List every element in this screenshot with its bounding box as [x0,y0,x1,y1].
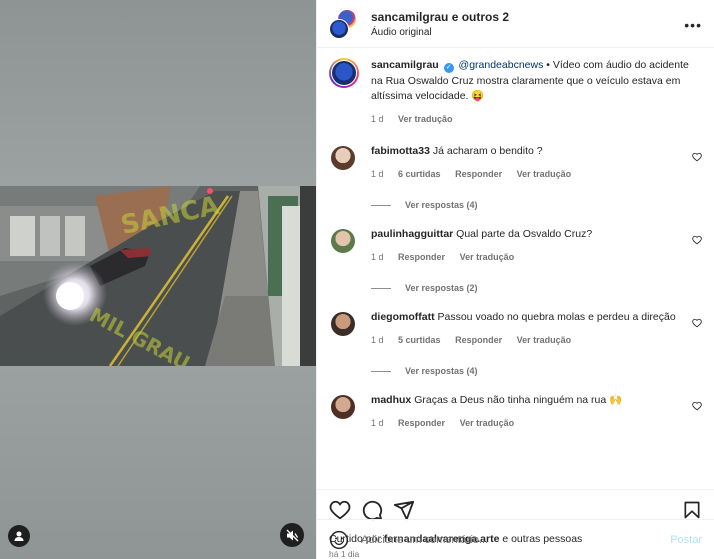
caption-age: 1 d [371,113,384,124]
view-replies-label[interactable]: Ver respostas (4) [405,200,478,210]
emoji-icon[interactable] [329,530,349,550]
avatar[interactable] [329,58,359,88]
comment-age: 1 d [371,334,384,345]
comment-age: 1 d [371,417,384,428]
comment-text: Passou voado no quebra molas e perdeu a … [437,311,676,323]
divider [371,204,391,206]
add-comment-bar: Postar [317,519,714,559]
avatar[interactable] [331,312,355,336]
comment-item: madhux Graças a Deus não tinha ninguém n… [329,393,702,431]
comment-likes[interactable]: 5 curtidas [398,335,441,345]
street-scene: SANCA MIL GRAU [0,186,316,366]
audio-link[interactable]: Áudio original [371,27,509,38]
view-replies-button[interactable]: Ver respostas (2) [371,283,702,293]
avatar[interactable] [331,146,355,170]
comment-text: Já acharam o bendito ? [432,145,543,157]
translate-link[interactable]: Ver tradução [398,114,453,124]
avatar [329,18,349,39]
bookmark-icon[interactable] [682,500,702,520]
video-blur-bottom [0,366,316,559]
comment-body: diegomoffatt Passou voado no quebra mola… [371,310,702,348]
translate-link[interactable]: Ver tradução [460,418,515,428]
post-authors[interactable]: sancamilgrau e outros 2 [371,10,509,24]
comment-icon[interactable] [361,499,383,521]
reply-button[interactable]: Responder [455,169,502,179]
reply-button[interactable]: Responder [398,418,445,428]
view-replies-label[interactable]: Ver respostas (4) [405,366,478,376]
tagged-users-button[interactable] [8,525,30,547]
comment-text: Qual parte da Osvaldo Cruz? [456,228,593,240]
header-text: sancamilgrau e outros 2 Áudio original [371,10,509,38]
comment-username[interactable]: madhux [371,394,411,406]
avatar[interactable] [331,395,355,419]
heart-icon[interactable] [692,152,702,162]
video-frame[interactable]: SANCA MIL GRAU [0,186,316,366]
person-icon [14,531,24,541]
translate-link[interactable]: Ver tradução [517,169,572,179]
comment-likes[interactable]: 6 curtidas [398,169,441,179]
collab-avatars[interactable] [329,8,359,39]
comment-item: fabimotta33 Já acharam o bendito ? 1 d 6… [329,144,702,182]
comment-username[interactable]: fabimotta33 [371,145,430,157]
comment-item: diegomoffatt Passou voado no quebra mola… [329,310,702,348]
video-blur-top [0,0,316,186]
verified-icon: ✓ [443,63,454,73]
speaker-muted-icon [286,529,298,541]
comment-input[interactable] [361,533,671,546]
more-options-button[interactable]: ••• [684,17,702,33]
caption-body: sancamilgrau ✓ @grandeabcnews • Vídeo co… [371,58,702,127]
reply-button[interactable]: Responder [398,252,445,262]
caption-mention[interactable]: @grandeabcnews [459,59,544,71]
comment-meta: 1 d 5 curtidas Responder Ver tradução [371,333,702,349]
comment-meta: 1 d 6 curtidas Responder Ver tradução [371,167,702,183]
translate-link[interactable]: Ver tradução [460,252,515,262]
comment-text: Graças a Deus não tinha ninguém na rua 🙌 [414,394,623,406]
heart-icon[interactable] [329,499,351,521]
mute-button[interactable] [280,523,304,547]
comment-body: madhux Graças a Deus não tinha ninguém n… [371,393,702,431]
post-media[interactable]: SANCA MIL GRAU [0,0,316,559]
heart-icon[interactable] [692,318,702,328]
post-comment-button[interactable]: Postar [670,534,702,546]
view-replies-button[interactable]: Ver respostas (4) [371,366,702,376]
comment-meta: 1 d Responder Ver tradução [371,416,702,432]
heart-icon[interactable] [692,401,702,411]
comment-meta: 1 d Responder Ver tradução [371,250,702,266]
share-icon[interactable] [393,499,415,521]
comment-item: paulinhagguittar Qual parte da Osvaldo C… [329,227,702,265]
comment-username[interactable]: diegomoffatt [371,311,435,323]
view-replies-button[interactable]: Ver respostas (4) [371,200,702,210]
avatar[interactable] [331,229,355,253]
divider [371,370,391,372]
comments-list[interactable]: sancamilgrau ✓ @grandeabcnews • Vídeo co… [317,48,714,489]
post-side-panel: sancamilgrau e outros 2 Áudio original •… [316,0,714,559]
instagram-post-modal: SANCA MIL GRAU sancamilgrau e outros 2 Á… [0,0,714,559]
heart-icon[interactable] [692,235,702,245]
comment-body: fabimotta33 Já acharam o bendito ? 1 d 6… [371,144,702,182]
caption-username[interactable]: sancamilgrau [371,59,439,71]
post-header: sancamilgrau e outros 2 Áudio original •… [317,0,714,48]
reply-button[interactable]: Responder [455,335,502,345]
comment-body: paulinhagguittar Qual parte da Osvaldo C… [371,227,702,265]
divider [371,287,391,289]
comment-age: 1 d [371,251,384,262]
comment-username[interactable]: paulinhagguittar [371,228,453,240]
view-replies-label[interactable]: Ver respostas (2) [405,283,478,293]
comment-age: 1 d [371,168,384,179]
post-caption: sancamilgrau ✓ @grandeabcnews • Vídeo co… [329,58,702,127]
translate-link[interactable]: Ver tradução [517,335,572,345]
caption-meta: 1 d Ver tradução [371,112,702,128]
